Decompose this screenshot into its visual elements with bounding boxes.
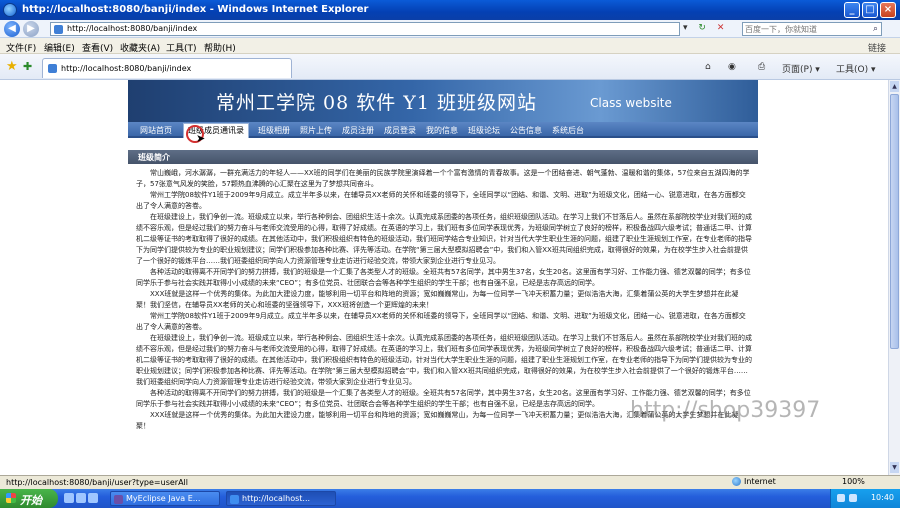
security-zone: Internet (732, 477, 776, 486)
site-banner: 常州工学院 08 软件 Y1 班班级网站 Class website (128, 80, 758, 122)
nav-photo-upload[interactable]: 照片上传 (300, 125, 332, 136)
quick-launch-icon[interactable] (64, 493, 74, 503)
quick-launch (64, 493, 104, 505)
menu-tools[interactable]: 工具(T) (166, 41, 197, 54)
quick-launch-icon[interactable] (76, 493, 86, 503)
tray-icon[interactable] (849, 494, 857, 502)
taskbar-item-label: MyEclipse Java E... (126, 494, 201, 503)
article-paragraph: 常州工学院08软件Y1班于2009年9月成立。成立半年多以来，在辅导员XX老师的… (136, 312, 746, 331)
scrollbar-thumb[interactable] (890, 94, 899, 349)
zoom-level[interactable]: 100% (842, 477, 865, 486)
quick-launch-icon[interactable] (88, 493, 98, 503)
feeds-icon[interactable]: ◉ (728, 62, 736, 72)
taskbar-item-ie[interactable]: http://localhost... (226, 491, 336, 506)
home-icon[interactable]: ⌂ (705, 62, 711, 72)
menu-help[interactable]: 帮助(H) (204, 41, 236, 54)
clock[interactable]: 10:40 (871, 493, 894, 502)
menu-bar: 文件(F) 编辑(E) 查看(V) 收藏夹(A) 工具(T) 帮助(H) 链接 (0, 38, 900, 54)
site-nav: 网站首页 班级成员通讯录 班级相册 照片上传 成员注册 成员登录 我的信息 班级… (128, 122, 758, 138)
nav-login[interactable]: 成员登录 (384, 125, 416, 136)
search-icon[interactable]: ⌕ (873, 24, 878, 34)
address-bar[interactable]: http://localhost:8080/banji/index (50, 22, 680, 36)
menu-file[interactable]: 文件(F) (6, 41, 36, 54)
tab-bar: ★ ✚ http://localhost:8080/banji/index ⌂ … (0, 54, 900, 80)
globe-icon (732, 477, 741, 486)
page-icon (48, 64, 57, 73)
start-label: 开始 (20, 494, 42, 507)
back-button[interactable]: ◀ (4, 21, 20, 37)
window-title-bar[interactable]: http://localhost:8080/banji/index - Wind… (0, 0, 900, 20)
section-title: 班级简介 (138, 153, 170, 162)
myeclipse-icon (114, 495, 123, 504)
nav-home[interactable]: 网站首页 (140, 125, 172, 136)
window-title: http://localhost:8080/banji/index - Wind… (22, 4, 369, 15)
tab-index[interactable]: http://localhost:8080/banji/index (42, 58, 292, 78)
windows-flag-icon (6, 493, 16, 503)
scroll-up-icon[interactable]: ▲ (890, 81, 899, 92)
links-label[interactable]: 链接 (868, 41, 886, 54)
article-paragraph: 在班级建设上，我们争创一流。班级成立以来，举行各种例会、团组织生活十余次。认真完… (136, 334, 752, 386)
search-input[interactable] (743, 23, 863, 35)
forward-button[interactable]: ▶ (23, 21, 39, 37)
page-menu[interactable]: 页面(P) ▾ (782, 62, 820, 75)
close-button[interactable]: × (880, 2, 896, 18)
vertical-scrollbar[interactable]: ▲ ▼ (888, 80, 900, 475)
taskbar-item-myeclipse[interactable]: MyEclipse Java E... (110, 491, 220, 506)
taskbar-item-label: http://localhost... (242, 494, 311, 503)
taskbar: 开始 MyEclipse Java E... http://localhost.… (0, 489, 900, 508)
article-paragraph: 在班级建设上，我们争创一流。班级成立以来，举行各种例会、团组织生活十余次。认真完… (136, 213, 752, 265)
status-bar: http://localhost:8080/banji/user?type=us… (0, 475, 900, 489)
favorites-star-icon[interactable]: ★ (6, 59, 18, 74)
maximize-button[interactable]: □ (862, 2, 878, 18)
nav-my-info[interactable]: 我的信息 (426, 125, 458, 136)
menu-view[interactable]: 查看(V) (82, 41, 113, 54)
arrow-left-icon: ◀ (8, 23, 16, 34)
start-button[interactable]: 开始 (0, 489, 58, 508)
article-paragraph: XXX班就是这样一个优秀的集体。为此加大建设力度，能够利用一切平台和阵地的资源；… (136, 290, 739, 309)
print-icon[interactable]: ⎙ (758, 62, 765, 72)
address-row: ◀ ▶ http://localhost:8080/banji/index ▾ … (0, 20, 900, 38)
menu-edit[interactable]: 编辑(E) (44, 41, 75, 54)
add-favorite-icon[interactable]: ✚ (23, 60, 32, 73)
section-header: 班级简介 (128, 150, 758, 164)
ie-icon (230, 495, 239, 504)
stop-button[interactable]: ✕ (717, 23, 725, 33)
watermark: http://shop39397 (630, 398, 821, 423)
page-icon (54, 25, 63, 34)
nav-album[interactable]: 班级相册 (258, 125, 290, 136)
address-url[interactable]: http://localhost:8080/banji/index (67, 24, 197, 33)
address-tools: ▾ ↻ ✕ (683, 23, 724, 33)
status-url: http://localhost:8080/banji/user?type=us… (6, 478, 188, 487)
nav-admin[interactable]: 系统后台 (552, 125, 584, 136)
scroll-down-icon[interactable]: ▼ (890, 462, 899, 473)
ie-logo-icon (3, 3, 17, 17)
zone-label: Internet (744, 477, 776, 486)
article-paragraph: 各种活动的取得离不开同学们的努力拼搏，我们的班级是一个汇集了各类型人才的班级。全… (136, 268, 751, 287)
mouse-cursor-icon: ➤ (196, 132, 206, 145)
article-paragraph: 常州工学院08软件Y1班于2009年9月成立。成立半年多以来，在辅导员XX老师的… (136, 191, 746, 210)
article-paragraph: 常山巍峨，河水潺潺，一群充满活力的年轻人——XX班的同学们在美丽的民族学院里演绎… (136, 169, 750, 188)
class-intro-article: 常山巍峨，河水潺潺，一群充满活力的年轻人——XX班的同学们在美丽的民族学院里演绎… (136, 168, 752, 432)
banner-english-title: Class website (590, 96, 672, 110)
banner-title: 常州工学院 08 软件 Y1 班班级网站 (216, 92, 537, 114)
nav-notices[interactable]: 公告信息 (510, 125, 542, 136)
menu-favorites[interactable]: 收藏夹(A) (120, 41, 160, 54)
nav-register[interactable]: 成员注册 (342, 125, 374, 136)
nav-forum[interactable]: 班级论坛 (468, 125, 500, 136)
tray-icon[interactable] (837, 494, 845, 502)
search-box[interactable]: ⌕ (742, 22, 882, 36)
address-dropdown-button[interactable]: ▾ (683, 23, 688, 33)
minimize-button[interactable]: _ (844, 2, 860, 18)
arrow-right-icon: ▶ (27, 23, 35, 34)
tab-label: http://localhost:8080/banji/index (61, 64, 192, 73)
tools-menu[interactable]: 工具(O) ▾ (836, 62, 876, 75)
system-tray: 10:40 (830, 489, 900, 508)
refresh-button[interactable]: ↻ (698, 23, 706, 33)
